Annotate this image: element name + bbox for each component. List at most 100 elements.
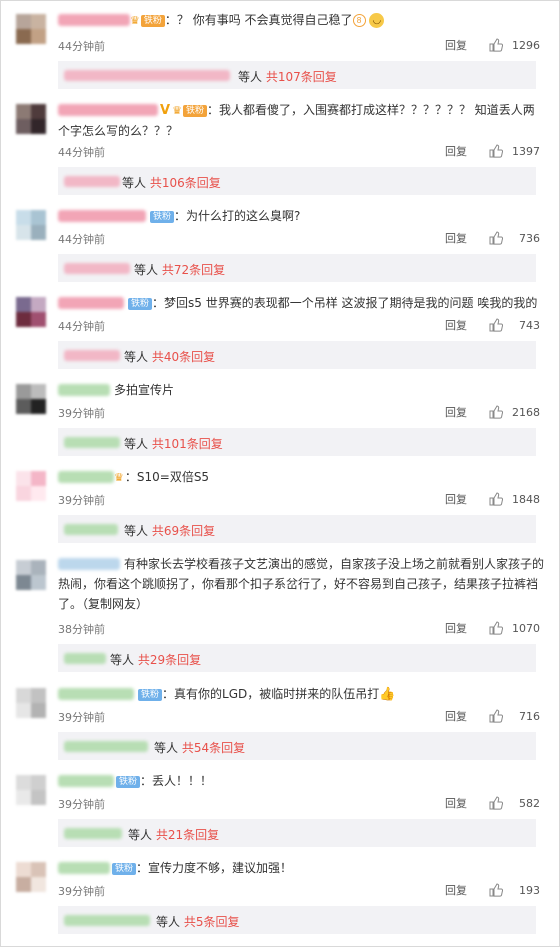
reply-summary[interactable]: 等人 共5条回复 (58, 906, 536, 934)
reply-summary[interactable]: 等人 共72条回复 (58, 254, 536, 282)
comment-actions: 回复 1070 (445, 620, 540, 636)
username-blurred[interactable] (58, 862, 110, 874)
reply-summary[interactable]: 等人 共21条回复 (58, 819, 536, 847)
comment-time: 39分钟前 (58, 494, 105, 507)
avatar[interactable] (16, 471, 46, 501)
fan-badge: 铁粉 (116, 775, 141, 788)
like-count: 193 (519, 883, 540, 897)
thumbs-up-icon[interactable] (489, 318, 503, 332)
comment-actions: 回复 736 (445, 230, 540, 246)
reply-summary-text[interactable]: 等人 共69条回复 (124, 522, 215, 539)
comment-content: 铁粉 ：宣传力度不够，建议加强！ (112, 858, 522, 878)
thumbs-up-icon[interactable] (489, 492, 503, 506)
avatar[interactable] (16, 862, 46, 892)
fan-badge: 铁粉 (182, 104, 207, 117)
reply-button[interactable]: 回复 (445, 39, 467, 52)
reply-summary[interactable]: 等人 共107条回复 (58, 61, 536, 89)
thumbs-up-icon[interactable] (489, 883, 503, 897)
reply-button[interactable]: 回复 (445, 622, 467, 635)
reply-users-blurred (64, 524, 118, 535)
avatar[interactable] (16, 560, 46, 590)
username-blurred[interactable] (58, 384, 110, 396)
reply-count: 共21条回复 (155, 828, 220, 842)
comment-text: 多拍宣传片 (114, 383, 175, 397)
reply-summary-text[interactable]: 等人 共101条回复 (124, 435, 223, 452)
avatar[interactable] (16, 104, 46, 134)
like-count: 1848 (512, 492, 540, 506)
avatar[interactable] (16, 688, 46, 718)
reply-button[interactable]: 回复 (445, 232, 467, 245)
reply-count: 共72条回复 (161, 263, 226, 277)
avatar[interactable] (16, 384, 46, 414)
like-count: 1397 (512, 144, 540, 158)
username-blurred[interactable] (58, 14, 130, 26)
thumbs-up-icon[interactable] (489, 38, 503, 52)
comment-content: 铁粉 ：丢人！！！ (116, 771, 526, 791)
avatar[interactable] (16, 775, 46, 805)
reply-count: 共106条回复 (149, 176, 221, 190)
reply-summary-text[interactable]: 等人 共72条回复 (134, 261, 225, 278)
reply-button[interactable]: 回复 (445, 406, 467, 419)
reply-button[interactable]: 回复 (445, 493, 467, 506)
avatar[interactable] (16, 14, 46, 44)
reply-summary-text[interactable]: 等人 共107条回复 (238, 68, 337, 85)
like-count: 716 (519, 709, 540, 723)
fan-badge: 铁粉 (128, 297, 153, 310)
reply-summary[interactable]: 等人 共54条回复 (58, 732, 536, 760)
reply-summary-text[interactable]: 等人 共5条回复 (156, 913, 239, 930)
reply-button[interactable]: 回复 (445, 319, 467, 332)
reply-summary[interactable]: 等人 共29条回复 (58, 644, 536, 672)
thumbs-up-icon[interactable] (489, 621, 503, 635)
avatar[interactable] (16, 210, 46, 240)
username-blurred[interactable] (58, 688, 134, 700)
verified-v-icon: V (160, 102, 171, 118)
avatar[interactable] (16, 297, 46, 327)
reply-users-blurred (64, 653, 106, 664)
comment-text: ：我人都看傻了，入围赛都打成这样？？？？？？ 知道丢人两个字怎么写的么？？？ (58, 103, 535, 138)
crown-icon: ♛ (130, 13, 140, 27)
fan-badge: 铁粉 (112, 862, 137, 875)
comment-time: 38分钟前 (58, 623, 105, 636)
comment-text: ：宣传力度不够，建议加强！ (136, 861, 293, 875)
comment-actions: 回复 743 (445, 317, 540, 333)
like-count: 2168 (512, 405, 540, 419)
reply-summary[interactable]: 等人 共69条回复 (58, 515, 536, 543)
reply-count: 共107条回复 (265, 70, 337, 84)
comment-content: 铁粉 ：真有你的LGD，被临时拼来的队伍吊打👍 (138, 684, 538, 705)
username-blurred[interactable] (58, 775, 114, 787)
comment-actions: 回复 582 (445, 795, 540, 811)
username-blurred[interactable] (58, 471, 114, 483)
comment-time: 44分钟前 (58, 320, 105, 333)
comment-actions: 回复 2168 (445, 404, 540, 420)
thumbs-up-icon[interactable] (489, 405, 503, 419)
thumbs-up-icon[interactable] (489, 796, 503, 810)
thumbs-up-icon[interactable] (489, 144, 503, 158)
comment-time: 44分钟前 (58, 233, 105, 246)
reply-summary-text[interactable]: 等人 共21条回复 (128, 826, 219, 843)
thumbs-up-icon[interactable] (489, 231, 503, 245)
reply-button[interactable]: 回复 (445, 710, 467, 723)
reply-button[interactable]: 回复 (445, 145, 467, 158)
reply-summary-text[interactable]: 等人 共54条回复 (154, 739, 245, 756)
comment-time: 44分钟前 (58, 40, 105, 53)
like-count: 1296 (512, 38, 540, 52)
reply-summary-text[interactable]: 等人 共40条回复 (124, 348, 215, 365)
reply-count: 共54条回复 (181, 741, 246, 755)
comment-time: 39分钟前 (58, 798, 105, 811)
fan-badge: 铁粉 (150, 210, 175, 223)
reply-summary-text[interactable]: 等人 共106条回复 (122, 174, 221, 191)
thumbs-up-icon[interactable] (489, 709, 503, 723)
reply-summary[interactable]: 等人 共106条回复 (58, 167, 536, 195)
reply-button[interactable]: 回复 (445, 797, 467, 810)
reply-summary-text[interactable]: 等人 共29条回复 (110, 651, 201, 668)
reply-button[interactable]: 回复 (445, 884, 467, 897)
username-blurred[interactable] (58, 210, 146, 222)
reply-summary[interactable]: 等人 共101条回复 (58, 428, 536, 456)
username-blurred[interactable] (58, 297, 124, 309)
comment-actions: 回复 1848 (445, 491, 540, 507)
reply-count: 共29条回复 (137, 653, 202, 667)
comment-text: ：丢人！！！ (140, 774, 213, 788)
reply-users-blurred (64, 741, 148, 752)
crown-icon: ♛ (172, 103, 182, 117)
reply-summary[interactable]: 等人 共40条回复 (58, 341, 536, 369)
